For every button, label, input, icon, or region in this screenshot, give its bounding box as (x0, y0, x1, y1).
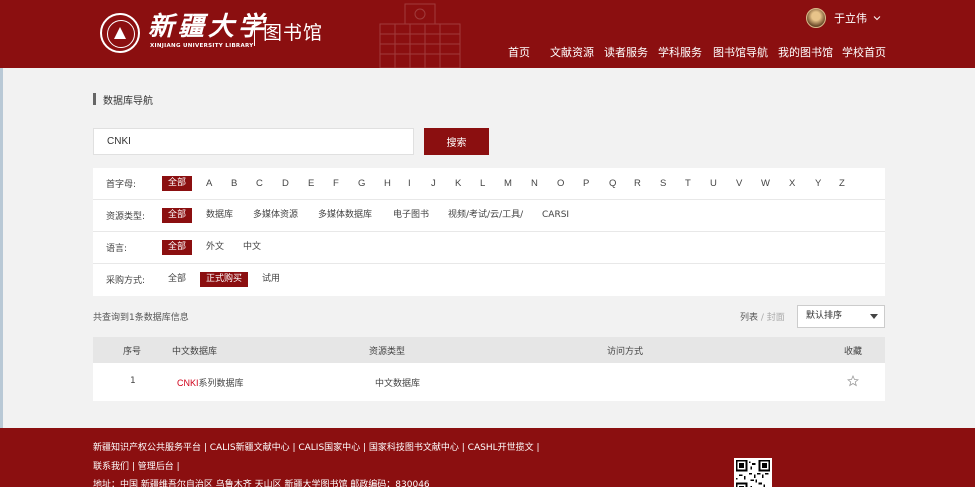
filter-letter[interactable]: J (431, 176, 436, 191)
filter-option-chinese[interactable]: 中文 (237, 240, 267, 255)
name-rest[interactable]: 系列数据库 (199, 379, 244, 389)
filter-option-trial[interactable]: 试用 (256, 272, 286, 287)
filter-option-multimedia-resource[interactable]: 多媒体资源 (247, 208, 304, 223)
filter-letter[interactable]: C (256, 176, 263, 191)
filter-option-all[interactable]: 全部 (162, 272, 192, 287)
filter-letter[interactable]: X (789, 176, 795, 191)
filter-option-multimedia-database[interactable]: 多媒体数据库 (312, 208, 378, 223)
filter-letter[interactable]: D (282, 176, 289, 191)
column-header-index: 序号 (123, 347, 142, 357)
title-marker (93, 93, 96, 105)
search-button[interactable]: 搜索 (424, 128, 489, 155)
filter-letter[interactable]: A (206, 176, 212, 191)
nav-item-reader-services[interactable]: 读者服务 (604, 44, 648, 60)
footer-links-secondary[interactable]: 联系我们 | 管理后台 | (93, 459, 180, 472)
filter-label: 资源类型: (106, 212, 146, 222)
logo-divider (254, 20, 255, 46)
name-highlight[interactable]: CNKI (177, 378, 199, 388)
logo-university-name[interactable]: 新疆大学 (148, 12, 268, 42)
filter-letter[interactable]: P (583, 176, 589, 191)
search-input[interactable] (93, 128, 414, 155)
qr-code-icon (734, 458, 772, 487)
cell-type: 中文数据库 (375, 379, 421, 389)
filter-row-purchase: 采购方式: 全部 正式购买 试用 (93, 264, 885, 296)
star-icon[interactable] (847, 375, 859, 387)
filter-label: 采购方式: (106, 276, 146, 286)
filter-option-purchased[interactable]: 正式购买 (200, 272, 249, 287)
site-footer: 新疆知识产权公共服务平台 | CALIS新疆文献中心 | CALIS国家中心 |… (0, 428, 975, 487)
column-header-favorite: 收藏 (844, 347, 863, 357)
filter-letter[interactable]: T (685, 176, 691, 191)
filter-letter[interactable]: N (531, 176, 538, 191)
nav-item-resources[interactable]: 文献资源 (550, 44, 594, 60)
main-nav: 首页 文献资源 读者服务 学科服务 图书馆导航 我的图书馆 学校首页 (0, 44, 975, 60)
table-header: 序号 中文数据库 资源类型 访问方式 收藏 (93, 337, 885, 363)
sort-value: 默认排序 (806, 311, 843, 321)
filter-letter[interactable]: O (557, 176, 564, 191)
window-edge (0, 68, 3, 428)
filter-option-ebook[interactable]: 电子图书 (387, 208, 435, 223)
filter-letter[interactable]: R (634, 176, 641, 191)
filter-panel: 首字母: 全部 A B C D E F G H I J K L M N O P … (93, 168, 885, 296)
database-name-link[interactable]: CNKI系列数据库 (177, 376, 244, 389)
filter-letter[interactable]: K (455, 176, 461, 191)
footer-links[interactable]: 新疆知识产权公共服务平台 | CALIS新疆文献中心 | CALIS国家中心 |… (93, 440, 540, 453)
page-title: 数据库导航 (103, 96, 153, 107)
filter-option-carsi[interactable]: CARSI (536, 208, 575, 223)
results-summary: 共查询到1条数据库信息 (93, 313, 189, 323)
nav-item-subject-services[interactable]: 学科服务 (658, 44, 702, 60)
filter-letter[interactable]: L (480, 176, 485, 191)
chevron-down-icon[interactable] (873, 14, 881, 22)
results-table: 序号 中文数据库 资源类型 访问方式 收藏 1 CNKI系列数据库 中文数据库 (93, 337, 885, 401)
filter-letter[interactable]: H (384, 176, 391, 191)
filter-row-resource-type: 资源类型: 全部 数据库 多媒体资源 多媒体数据库 电子图书 视频/考试/云/工… (93, 200, 885, 232)
filter-option-all[interactable]: 全部 (162, 208, 193, 223)
filter-letter[interactable]: W (761, 176, 770, 191)
view-list-link[interactable]: 列表 (740, 313, 758, 323)
view-separator: / (758, 313, 767, 323)
filter-letter[interactable]: Y (815, 176, 821, 191)
view-toggle: 列表 / 封面 (740, 310, 785, 323)
nav-item-home[interactable]: 首页 (508, 44, 530, 60)
filter-letter[interactable]: B (231, 176, 237, 191)
filter-letter[interactable]: Q (609, 176, 616, 191)
column-header-type: 资源类型 (369, 347, 406, 357)
filter-letter[interactable]: S (660, 176, 666, 191)
filter-letter[interactable]: E (308, 176, 314, 191)
filter-option-all[interactable]: 全部 (162, 240, 193, 255)
filter-letter[interactable]: M (504, 176, 512, 191)
user-menu[interactable]: 于立伟 (806, 8, 881, 28)
filter-row-language: 语言: 全部 外文 中文 (93, 232, 885, 264)
filter-label: 语言: (106, 244, 128, 254)
cell-index: 1 (130, 376, 136, 386)
column-header-access: 访问方式 (607, 347, 644, 357)
footer-address: 地址：中国 新疆维吾尔自治区 乌鲁木齐 天山区 新疆大学图书馆 邮政编码：830… (93, 480, 430, 487)
filter-option-foreign[interactable]: 外文 (200, 240, 230, 255)
user-name[interactable]: 于立伟 (834, 10, 867, 26)
filter-letter[interactable]: F (333, 176, 339, 191)
nav-item-school-home[interactable]: 学校首页 (842, 44, 886, 60)
filter-letter[interactable]: G (358, 176, 365, 191)
filter-option-video-exam-tools[interactable]: 视频/考试/云/工具/ (442, 208, 529, 223)
filter-option-database[interactable]: 数据库 (200, 208, 239, 223)
filter-row-initial: 首字母: 全部 A B C D E F G H I J K L M N O P … (93, 168, 885, 200)
column-header-name: 中文数据库 (172, 347, 218, 357)
view-cover-link[interactable]: 封面 (767, 313, 785, 323)
logo-library-name[interactable]: 图书馆 (263, 20, 323, 46)
sort-select[interactable]: 默认排序 (797, 305, 885, 328)
filter-letter[interactable]: V (736, 176, 742, 191)
nav-item-my-library[interactable]: 我的图书馆 (778, 44, 833, 60)
avatar[interactable] (806, 8, 826, 28)
filter-option-all[interactable]: 全部 (162, 176, 193, 191)
filter-letter[interactable]: I (408, 176, 411, 191)
filter-letter[interactable]: U (710, 176, 717, 191)
site-header: 新疆大学 XINJIANG UNIVERSITY LIBRARY 图书馆 于立伟… (0, 0, 975, 68)
filter-label: 首字母: (106, 180, 137, 190)
dropdown-arrow-icon (870, 314, 878, 319)
nav-item-library-guide[interactable]: 图书馆导航 (713, 44, 768, 60)
filter-letter[interactable]: Z (839, 176, 845, 191)
